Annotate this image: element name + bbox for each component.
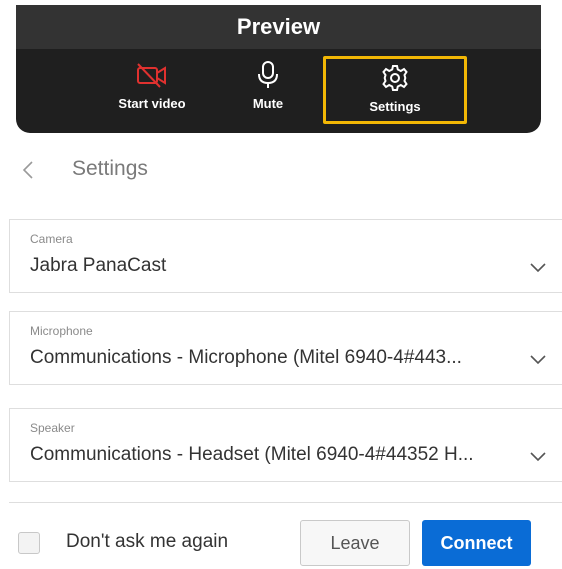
- dont-ask-checkbox[interactable]: [18, 532, 40, 554]
- connect-button[interactable]: Connect: [422, 520, 531, 566]
- start-video-button[interactable]: Start video: [110, 58, 194, 124]
- speaker-select[interactable]: Speaker Communications - Headset (Mitel …: [9, 408, 562, 482]
- chevron-down-icon: [530, 452, 546, 462]
- chevron-down-icon: [530, 263, 546, 273]
- microphone-label: Microphone: [30, 324, 93, 338]
- video-off-icon: [135, 58, 169, 92]
- footer-divider: [9, 502, 562, 503]
- settings-button[interactable]: Settings: [323, 56, 467, 124]
- chevron-down-icon: [530, 355, 546, 365]
- preview-settings-dialog: Preview Start video Mute Settings Settin…: [0, 0, 562, 569]
- mute-label: Mute: [252, 96, 284, 111]
- settings-title: Settings: [72, 157, 148, 180]
- camera-select[interactable]: Camera Jabra PanaCast: [9, 219, 562, 293]
- chevron-left-icon: [22, 161, 33, 179]
- preview-title: Preview: [16, 5, 541, 49]
- gear-icon: [380, 61, 410, 95]
- settings-label: Settings: [369, 99, 421, 114]
- mute-button[interactable]: Mute: [235, 58, 301, 124]
- dont-ask-label: Don't ask me again: [66, 531, 229, 552]
- camera-label: Camera: [30, 232, 73, 246]
- speaker-label: Speaker: [30, 421, 75, 435]
- leave-button[interactable]: Leave: [300, 520, 410, 566]
- microphone-icon: [256, 58, 280, 92]
- microphone-select[interactable]: Microphone Communications - Microphone (…: [9, 311, 562, 385]
- back-button[interactable]: [18, 157, 38, 183]
- speaker-value: Communications - Headset (Mitel 6940-4#4…: [30, 444, 474, 465]
- start-video-label: Start video: [118, 96, 186, 111]
- camera-value: Jabra PanaCast: [30, 255, 167, 276]
- microphone-value: Communications - Microphone (Mitel 6940-…: [30, 347, 462, 368]
